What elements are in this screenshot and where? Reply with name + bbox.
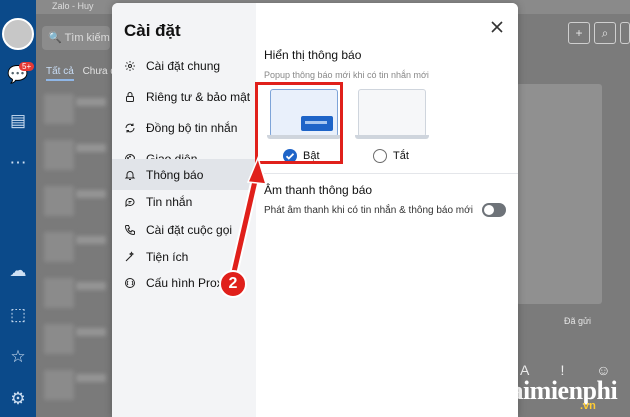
chat-list: 🔍 Tìm kiếm Tất cả Chưa đ — [36, 14, 116, 417]
notification-sound-title: Âm thanh thông báo — [264, 183, 373, 197]
notification-display-description: Popup thông báo mới khi có tin nhắn mới — [264, 70, 429, 80]
window-title: Zalo - Huy — [52, 1, 94, 11]
sidebar-toggle-icon[interactable] — [620, 22, 630, 44]
settings-sidebar: Cài đặt Cài đặt chung Riêng tư & bảo mật… — [112, 3, 256, 417]
image-preview — [516, 84, 602, 304]
dialog-title: Cài đặt — [124, 21, 181, 40]
list-item[interactable] — [44, 94, 106, 126]
avatar[interactable] — [2, 18, 34, 50]
step-number-badge: 2 — [219, 270, 247, 298]
notification-sound-label: Phát âm thanh khi có tin nhắn & thông bá… — [264, 205, 473, 216]
left-rail: 💬 5+ ▤ ⋯ ☁ ⬚ ☆ ⚙ — [0, 0, 36, 417]
contacts-icon[interactable]: ▤ — [7, 110, 29, 132]
notification-display-title: Hiển thị thông báo — [264, 48, 362, 62]
list-item[interactable] — [44, 140, 106, 172]
gear-icon — [124, 60, 136, 72]
settings-dialog: Cài đặt Cài đặt chung Riêng tư & bảo mật… — [112, 3, 518, 417]
close-icon[interactable] — [489, 19, 505, 35]
notification-sound-toggle[interactable] — [482, 203, 506, 217]
proxy-icon — [124, 277, 136, 289]
section-divider — [264, 173, 518, 174]
list-item[interactable] — [44, 370, 106, 402]
phone-icon — [124, 224, 136, 236]
sent-status: Đã gửi — [564, 316, 592, 326]
chat-tabs: Tất cả Chưa đ — [46, 66, 116, 81]
option-off-card[interactable] — [355, 89, 429, 143]
watermark-tld: .vn — [580, 400, 596, 412]
sidebar-item-messages[interactable]: Tin nhắn — [112, 186, 256, 217]
screenshot-icon[interactable]: ⬚ — [7, 304, 29, 326]
sidebar-item-privacy[interactable]: Riêng tư & bảo mật — [112, 81, 256, 112]
list-item[interactable] — [44, 324, 106, 356]
wand-icon — [124, 250, 136, 263]
unread-badge: 5+ — [19, 62, 35, 71]
list-item[interactable] — [44, 278, 106, 310]
more-icon[interactable]: ⋯ — [7, 152, 29, 174]
tab-unread[interactable]: Chưa đ — [83, 66, 116, 77]
settings-content: Hiển thị thông báo Popup thông báo mới k… — [256, 3, 518, 417]
sync-icon — [124, 122, 136, 134]
highlight-box — [255, 82, 343, 164]
conversation-pane: + ⌕ Đã gửi A ! ☺ — [508, 14, 630, 417]
settings-gear-icon[interactable]: ⚙ — [7, 388, 29, 410]
chat-bubble-icon — [124, 196, 136, 208]
tab-all[interactable]: Tất cả — [46, 66, 74, 81]
search-icon[interactable]: ⌕ — [594, 22, 616, 44]
radio-off-label: Tắt — [393, 150, 409, 162]
add-user-icon[interactable]: + — [568, 22, 590, 44]
search-input[interactable]: 🔍 Tìm kiếm — [42, 26, 110, 50]
sidebar-item-general[interactable]: Cài đặt chung — [112, 50, 256, 81]
cloud-icon[interactable]: ☁ — [7, 260, 29, 282]
radio-circle-icon — [373, 149, 387, 163]
list-item[interactable] — [44, 232, 106, 264]
sidebar-item-sync[interactable]: Đồng bộ tin nhắn — [112, 112, 256, 143]
lock-icon — [124, 91, 136, 103]
bell-icon — [124, 169, 136, 181]
star-icon[interactable]: ☆ — [7, 346, 29, 368]
laptop-off-illustration — [358, 89, 426, 137]
list-item[interactable] — [44, 186, 106, 218]
radio-off[interactable]: Tắt — [373, 149, 409, 163]
